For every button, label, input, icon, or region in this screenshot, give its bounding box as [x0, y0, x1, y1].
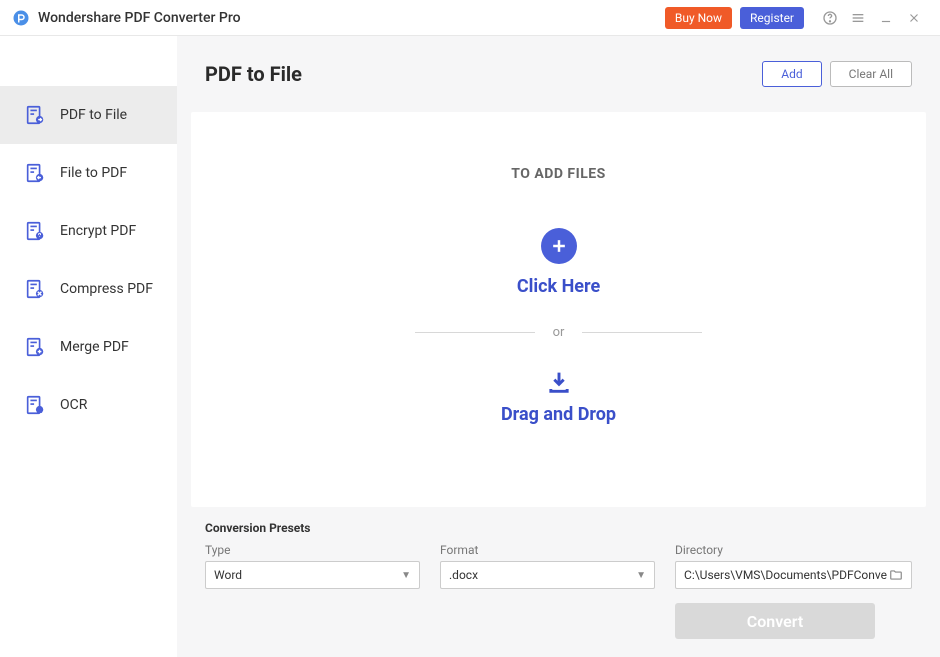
- merge-pdf-icon: [24, 336, 46, 358]
- sidebar: PDF to File File to PDF Encrypt PDF Comp…: [0, 36, 177, 657]
- download-icon: [545, 368, 573, 396]
- plus-icon: [549, 236, 569, 256]
- browse-folder-button[interactable]: [887, 566, 905, 584]
- sidebar-item-label: OCR: [60, 397, 87, 413]
- buy-now-button[interactable]: Buy Now: [665, 7, 732, 29]
- app-title: Wondershare PDF Converter Pro: [38, 10, 241, 26]
- sidebar-item-merge-pdf[interactable]: Merge PDF: [0, 318, 177, 376]
- sidebar-item-label: PDF to File: [60, 107, 127, 123]
- encrypt-pdf-icon: [24, 220, 46, 242]
- convert-button[interactable]: Convert: [675, 603, 875, 639]
- add-files-plus-button[interactable]: [541, 228, 577, 264]
- sidebar-item-label: File to PDF: [60, 165, 127, 181]
- clear-all-button[interactable]: Clear All: [830, 61, 912, 87]
- sidebar-item-encrypt-pdf[interactable]: Encrypt PDF: [0, 202, 177, 260]
- close-icon[interactable]: [900, 4, 928, 32]
- sidebar-item-label: Encrypt PDF: [60, 223, 136, 239]
- sidebar-item-pdf-to-file[interactable]: PDF to File: [0, 86, 177, 144]
- drop-zone[interactable]: TO ADD FILES Click Here or Drag and Drop: [191, 112, 926, 507]
- sidebar-item-label: Compress PDF: [60, 281, 153, 297]
- sidebar-item-file-to-pdf[interactable]: File to PDF: [0, 144, 177, 202]
- compress-pdf-icon: [24, 278, 46, 300]
- format-label: Format: [440, 543, 655, 557]
- pdf-to-file-icon: [24, 104, 46, 126]
- file-to-pdf-icon: [24, 162, 46, 184]
- help-icon[interactable]: [816, 4, 844, 32]
- format-select[interactable]: .docx ▼: [440, 561, 655, 589]
- register-button[interactable]: Register: [740, 7, 804, 29]
- minimize-icon[interactable]: [872, 4, 900, 32]
- menu-icon[interactable]: [844, 4, 872, 32]
- conversion-presets: Conversion Presets Type Word ▼ Format .d…: [177, 507, 940, 657]
- page-header: PDF to File Add Clear All: [177, 36, 940, 112]
- folder-icon: [889, 568, 903, 582]
- content-area: PDF to File Add Clear All TO ADD FILES C…: [177, 36, 940, 657]
- add-files-heading: TO ADD FILES: [511, 166, 606, 182]
- sidebar-item-ocr[interactable]: A OCR: [0, 376, 177, 434]
- directory-label: Directory: [675, 543, 912, 557]
- titlebar: Wondershare PDF Converter Pro Buy Now Re…: [0, 0, 940, 36]
- presets-title: Conversion Presets: [205, 521, 912, 535]
- sidebar-item-label: Merge PDF: [60, 339, 129, 355]
- ocr-icon: A: [24, 394, 46, 416]
- type-label: Type: [205, 543, 420, 557]
- add-button[interactable]: Add: [762, 61, 821, 87]
- chevron-down-icon: ▼: [636, 570, 646, 581]
- or-divider: or: [415, 325, 703, 340]
- sidebar-item-compress-pdf[interactable]: Compress PDF: [0, 260, 177, 318]
- chevron-down-icon: ▼: [401, 570, 411, 581]
- page-title: PDF to File: [205, 62, 302, 86]
- app-logo-icon: [12, 9, 30, 27]
- drag-drop-label: Drag and Drop: [501, 404, 616, 425]
- directory-field[interactable]: C:\Users\VMS\Documents\PDFConve: [675, 561, 912, 589]
- type-select[interactable]: Word ▼: [205, 561, 420, 589]
- click-here-link[interactable]: Click Here: [517, 276, 600, 297]
